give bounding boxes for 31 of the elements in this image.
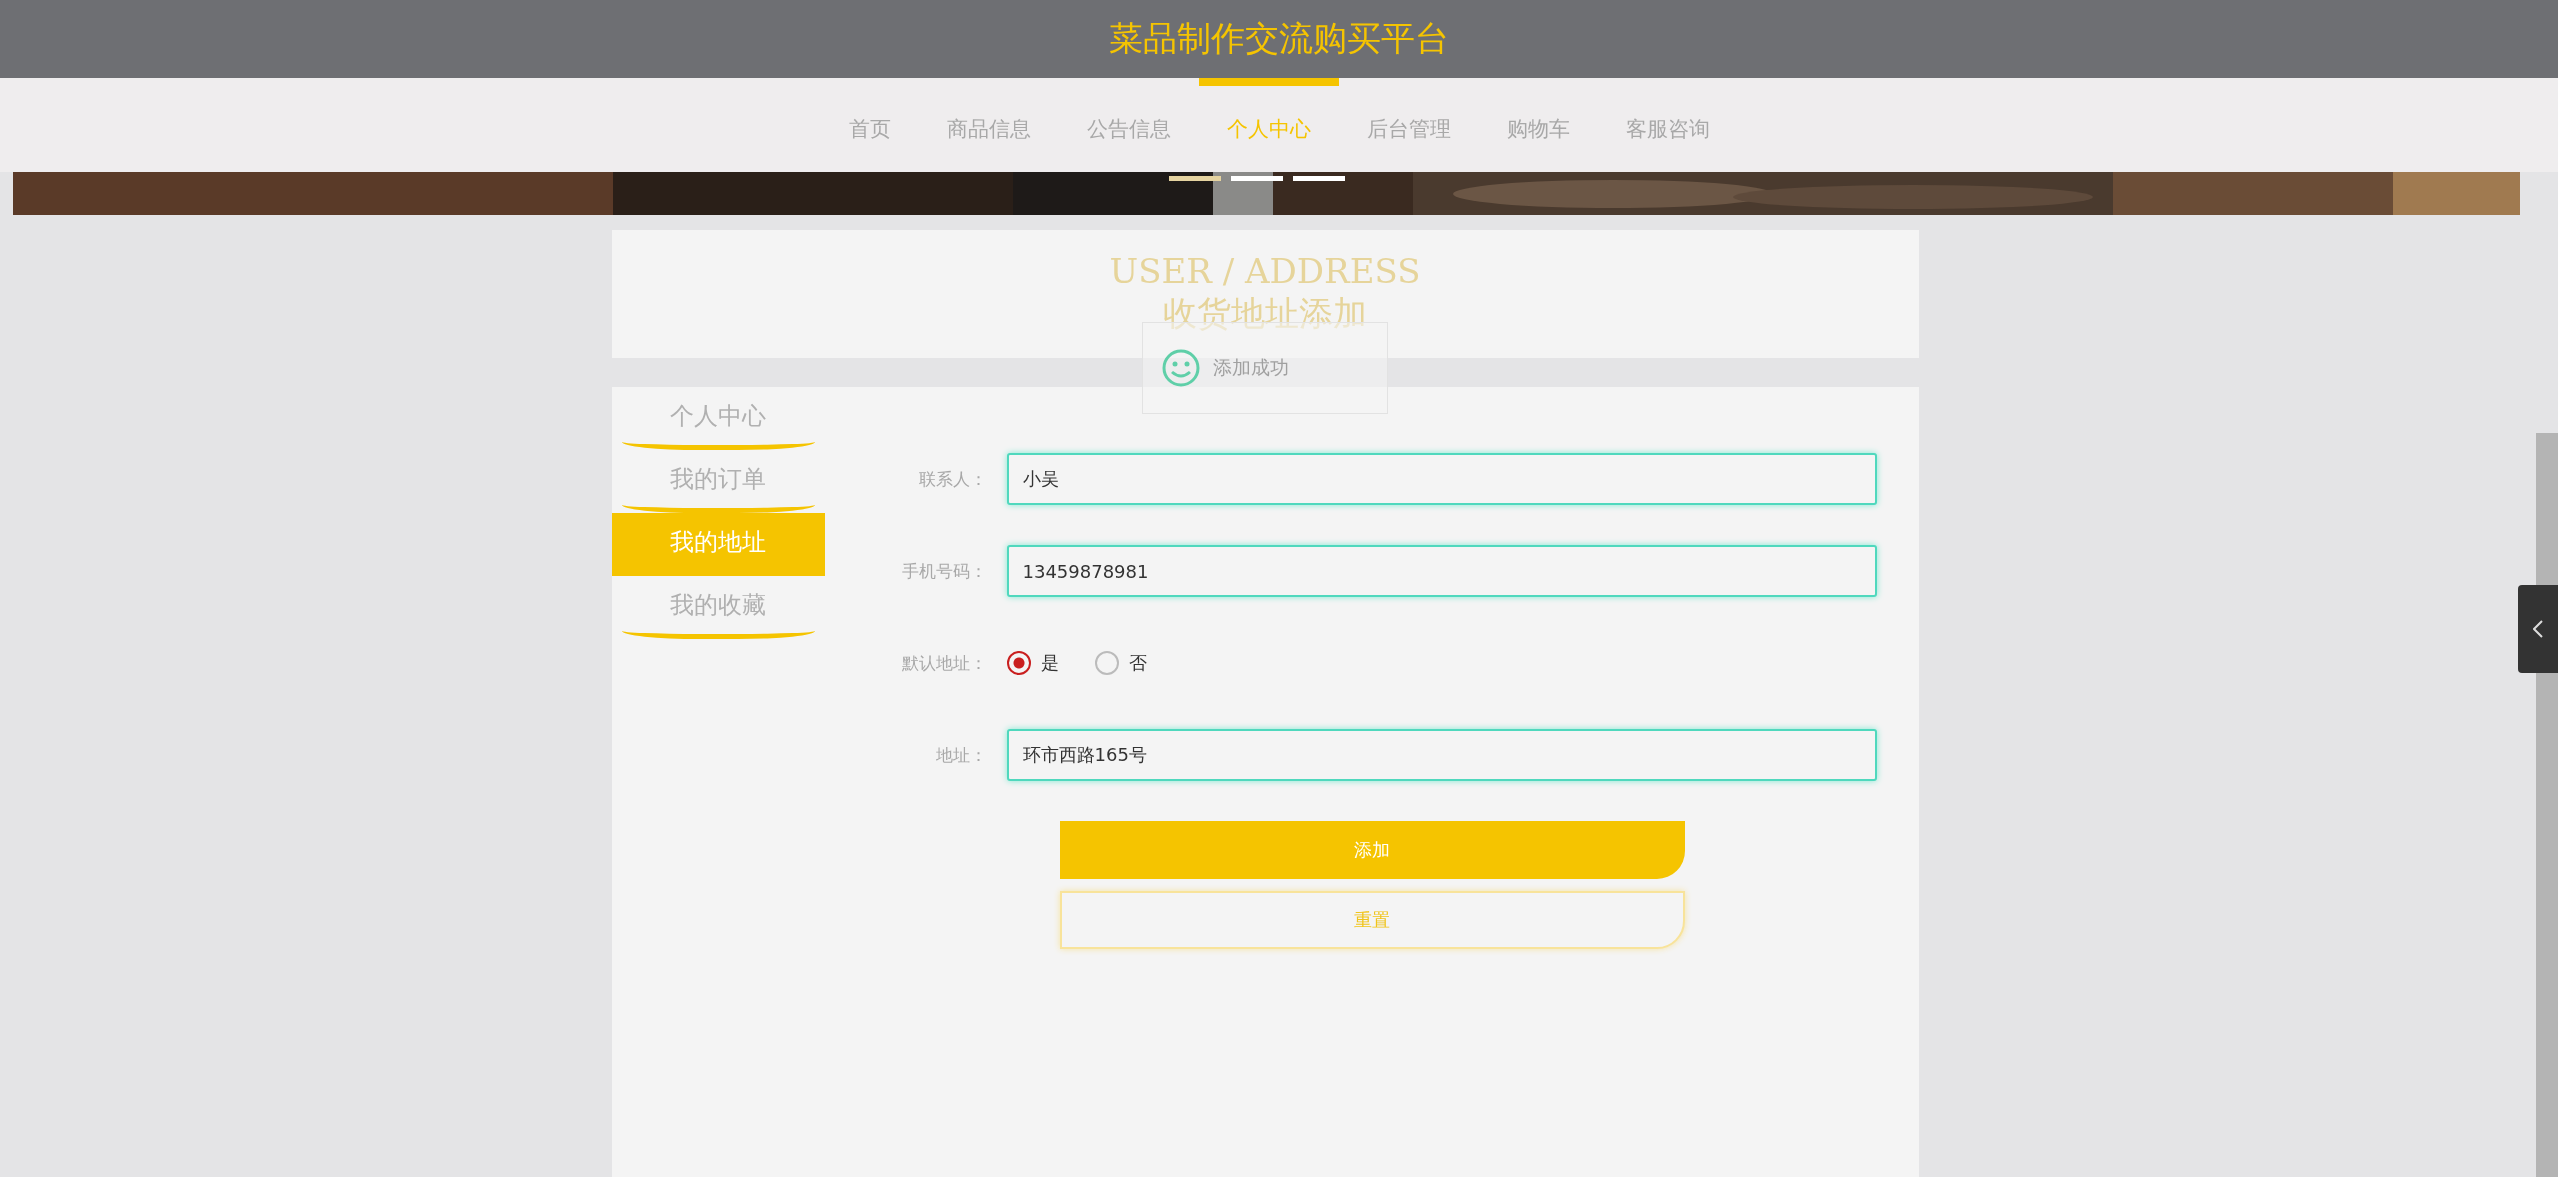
toast-message: 添加成功 [1212,355,1289,380]
reset-button[interactable]: 重置 [1059,891,1685,949]
carousel-indicator[interactable] [1168,176,1221,181]
carousel-indicator[interactable] [1292,176,1345,181]
sidebar-item[interactable]: 个人中心 [621,387,815,450]
radio-icon[interactable] [1094,651,1119,675]
page-subtitle: USER / ADDRESS [1109,251,1421,291]
field-label: 联系人： [917,467,988,491]
input-field[interactable]: 环市西路165号 [1006,729,1877,781]
nav-link[interactable]: 购物车 [1478,78,1598,172]
side-tab[interactable] [2518,585,2558,673]
nav-link[interactable]: 公告信息 [1058,78,1199,172]
radio-option[interactable]: 是 [1006,651,1059,675]
nav-link[interactable]: 客服咨询 [1597,78,1738,172]
input-field[interactable]: 13459878981 [1006,545,1877,597]
smiley-icon [1160,348,1201,388]
radio-option[interactable]: 否 [1094,651,1147,675]
nav-link[interactable]: 商品信息 [918,78,1059,172]
field-label: 手机号码： [900,559,988,583]
sidebar-item[interactable]: 我的收藏 [621,576,815,639]
carousel-indicator[interactable] [1230,176,1283,181]
sidebar-item[interactable]: 我的地址 [611,513,825,576]
nav-link[interactable]: 首页 [820,78,919,172]
chevron-left-icon [2533,620,2543,638]
add-button[interactable]: 添加 [1059,821,1685,879]
input-field[interactable]: 小吴 [1006,453,1877,505]
site-title: 菜品制作交流购买平台 [1109,17,1449,60]
radio-icon[interactable] [1006,651,1031,675]
field-label: 地址： [934,743,988,767]
field-label: 默认地址： [900,651,988,675]
nav-link[interactable]: 后台管理 [1338,78,1479,172]
